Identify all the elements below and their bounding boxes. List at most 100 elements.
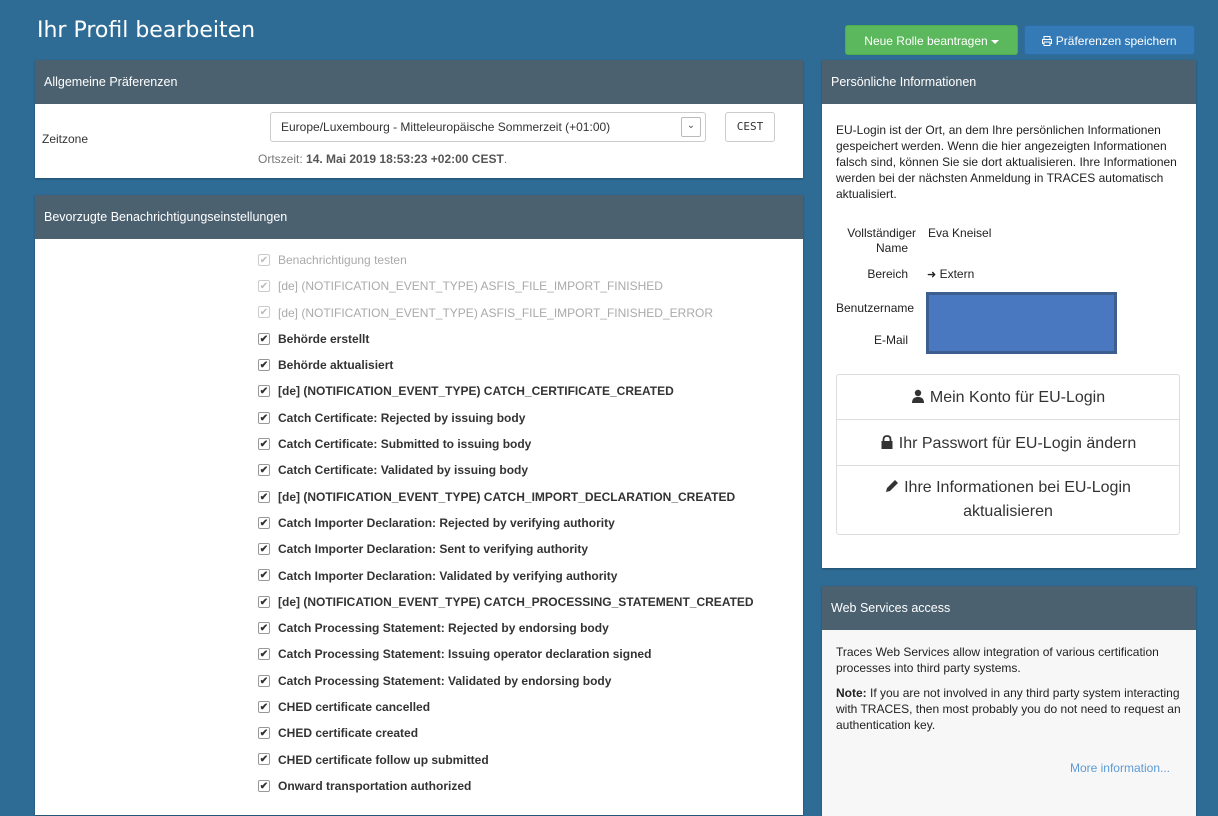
notification-label: [de] (NOTIFICATION_EVENT_TYPE) ASFIS_FIL… xyxy=(278,279,663,294)
notification-item[interactable]: ✔ Catch Certificate: Validated by issuing… xyxy=(258,457,754,483)
notification-item[interactable]: ✔ [de] (NOTIFICATION_EVENT_TYPE) CATCH_IM… xyxy=(258,484,754,510)
checkbox[interactable]: ✔ xyxy=(258,779,270,792)
notification-settings-panel: Bevorzugte Benachrichtigungseinstellunge… xyxy=(35,195,803,815)
new-role-button[interactable]: Neue Rolle beantragen xyxy=(845,25,1018,55)
printer-icon xyxy=(1042,34,1055,48)
scope-label: Bereich xyxy=(867,267,908,281)
notification-settings-header: Bevorzugte Benachrichtigungseinstellunge… xyxy=(35,195,803,239)
checkbox[interactable]: ✔ xyxy=(258,727,270,740)
timezone-code: CEST xyxy=(725,112,775,142)
notification-item[interactable]: ✔ Catch Certificate: Rejected by issuing … xyxy=(258,405,754,431)
full-name-label: Vollständiger Name xyxy=(836,226,916,256)
timezone-label: Zeitzone xyxy=(42,132,89,146)
checkbox: ✔ xyxy=(258,253,270,266)
notification-item[interactable]: ✔ Behörde aktualisiert xyxy=(258,352,754,378)
notification-item: ✔ [de] (NOTIFICATION_EVENT_TYPE) ASFIS_FI… xyxy=(258,300,754,326)
save-preferences-button[interactable]: Präferenzen speichern xyxy=(1024,25,1195,55)
checkbox[interactable]: ✔ xyxy=(258,621,270,634)
notification-label: [de] (NOTIFICATION_EVENT_TYPE) CATCH_PRO… xyxy=(278,594,754,609)
checkbox[interactable]: ✔ xyxy=(258,674,270,687)
notification-label: Catch Importer Declaration: Rejected by … xyxy=(278,515,615,530)
checkbox[interactable]: ✔ xyxy=(258,543,270,556)
notification-item[interactable]: ✔ Catch Processing Statement: Issuing ope… xyxy=(258,641,754,667)
notification-item[interactable]: ✔ Behörde erstellt xyxy=(258,326,754,352)
web-services-header: Web Services access xyxy=(822,586,1196,630)
timezone-select[interactable]: Europe/Luxembourg - Mitteleuropäische So… xyxy=(270,112,706,142)
notification-item[interactable]: ✔ Catch Processing Statement: Rejected by… xyxy=(258,615,754,641)
checkbox[interactable]: ✔ xyxy=(258,332,270,345)
notification-item: ✔ [de] (NOTIFICATION_EVENT_TYPE) ASFIS_FI… xyxy=(258,273,754,299)
notification-label: CHED certificate follow up submitted xyxy=(278,752,489,767)
notification-item[interactable]: ✔ [de] (NOTIFICATION_EVENT_TYPE) CATCH_CE… xyxy=(258,378,754,404)
checkbox[interactable]: ✔ xyxy=(258,437,270,450)
notification-item[interactable]: ✔ CHED certificate cancelled xyxy=(258,694,754,720)
notification-label: Catch Certificate: Validated by issuing … xyxy=(278,463,529,478)
update-info-text-line1: Ihre Informationen bei EU-Login xyxy=(904,479,1131,496)
personal-info-intro: EU-Login ist der Ort, an dem Ihre persön… xyxy=(836,123,1177,201)
checkbox[interactable]: ✔ xyxy=(258,569,270,582)
notification-item[interactable]: ✔ [de] (NOTIFICATION_EVENT_TYPE) CATCH_PR… xyxy=(258,589,754,615)
notification-label: Onward transportation authorized xyxy=(278,778,472,793)
local-time: Ortszeit: 14. Mai 2019 18:53:23 +02:00 C… xyxy=(258,152,507,166)
notification-item: ✔ Benachrichtigung testen xyxy=(258,247,754,273)
checkbox[interactable]: ✔ xyxy=(258,595,270,608)
more-information-link[interactable]: More information... xyxy=(1070,761,1170,775)
notification-item[interactable]: ✔ Catch Certificate: Submitted to issuing… xyxy=(258,431,754,457)
notification-label: [de] (NOTIFICATION_EVENT_TYPE) ASFIS_FIL… xyxy=(278,305,713,320)
notification-label: Catch Certificate: Submitted to issuing … xyxy=(278,437,532,452)
lock-icon xyxy=(880,420,894,467)
checkbox[interactable]: ✔ xyxy=(258,385,270,398)
notification-label: [de] (NOTIFICATION_EVENT_TYPE) CATCH_CER… xyxy=(278,384,674,399)
update-info-label-line1: Ihre Informationen bei EU-Login xyxy=(837,476,1179,500)
update-info-button[interactable]: Ihre Informationen bei EU-Login aktualis… xyxy=(836,465,1180,535)
checkbox[interactable]: ✔ xyxy=(258,700,270,713)
checkbox[interactable]: ✔ xyxy=(258,648,270,661)
notification-label: [de] (NOTIFICATION_EVENT_TYPE) CATCH_IMP… xyxy=(278,489,736,504)
notification-item[interactable]: ✔ CHED certificate created xyxy=(258,720,754,746)
user-icon xyxy=(911,375,925,421)
chevron-down-icon[interactable]: ⌄ xyxy=(681,117,701,137)
notification-item[interactable]: ✔ Catch Processing Statement: Validated b… xyxy=(258,668,754,694)
web-services-text: Traces Web Services allow integration of… xyxy=(836,645,1159,675)
checkbox[interactable]: ✔ xyxy=(258,753,270,766)
update-info-label-line2: aktualisieren xyxy=(963,503,1053,520)
checkbox[interactable]: ✔ xyxy=(258,359,270,372)
checkbox: ✔ xyxy=(258,306,270,319)
email-label: E-Mail xyxy=(873,333,908,347)
personal-info-header: Persönliche Informationen xyxy=(822,60,1196,104)
timezone-row: Zeitzone Europe/Luxembourg - Mitteleurop… xyxy=(35,104,803,178)
checkbox[interactable]: ✔ xyxy=(258,516,270,529)
notification-item[interactable]: ✔ Onward transportation authorized xyxy=(258,773,754,799)
notification-label: CHED certificate cancelled xyxy=(278,700,431,715)
notification-item[interactable]: ✔ Catch Importer Declaration: Sent to ver… xyxy=(258,536,754,562)
notification-item[interactable]: ✔ CHED certificate follow up submitted xyxy=(258,747,754,773)
page-title: Ihr Profil bearbeiten xyxy=(37,18,256,43)
notification-label: Catch Importer Declaration: Validated by… xyxy=(278,568,618,583)
timezone-selected-value: Europe/Luxembourg - Mitteleuropäische So… xyxy=(281,120,611,134)
pencil-icon xyxy=(885,476,899,500)
notification-label: Catch Processing Statement: Issuing oper… xyxy=(278,647,652,662)
local-time-suffix: . xyxy=(503,152,508,166)
web-services-note-label: Note: xyxy=(836,686,867,700)
scope-value-text: Extern xyxy=(939,267,975,281)
checkbox[interactable]: ✔ xyxy=(258,411,270,424)
username-label: Benutzername xyxy=(836,301,915,315)
full-name-value: Eva Kneisel xyxy=(928,226,992,240)
new-role-button-label: Neue Rolle beantragen xyxy=(864,34,988,48)
notification-label: CHED certificate created xyxy=(278,726,419,741)
checkbox: ✔ xyxy=(258,280,270,293)
change-password-button[interactable]: Ihr Passwort für EU-Login ändern xyxy=(836,419,1180,466)
general-preferences-header: Allgemeine Präferenzen xyxy=(35,60,803,104)
notification-item[interactable]: ✔ Catch Importer Declaration: Validated b… xyxy=(258,563,754,589)
local-time-value: 14. Mai 2019 18:53:23 +02:00 CEST xyxy=(306,152,504,166)
notification-list: ✔ Benachrichtigung testen ✔ [de] (NOTIFICAT… xyxy=(258,247,754,799)
notification-label: Catch Processing Statement: Rejected by … xyxy=(278,621,609,636)
sign-out-icon: ➜ xyxy=(927,269,937,281)
web-services-panel: Web Services access Traces Web Services … xyxy=(822,586,1196,816)
checkbox[interactable]: ✔ xyxy=(258,464,270,477)
checkbox[interactable]: ✔ xyxy=(258,490,270,503)
notification-label: Benachrichtigung testen xyxy=(278,253,407,267)
notification-item[interactable]: ✔ Catch Importer Declaration: Rejected by… xyxy=(258,510,754,536)
save-preferences-label: Präferenzen speichern xyxy=(1055,34,1177,48)
eu-login-account-button[interactable]: Mein Konto für EU-Login xyxy=(836,374,1180,420)
